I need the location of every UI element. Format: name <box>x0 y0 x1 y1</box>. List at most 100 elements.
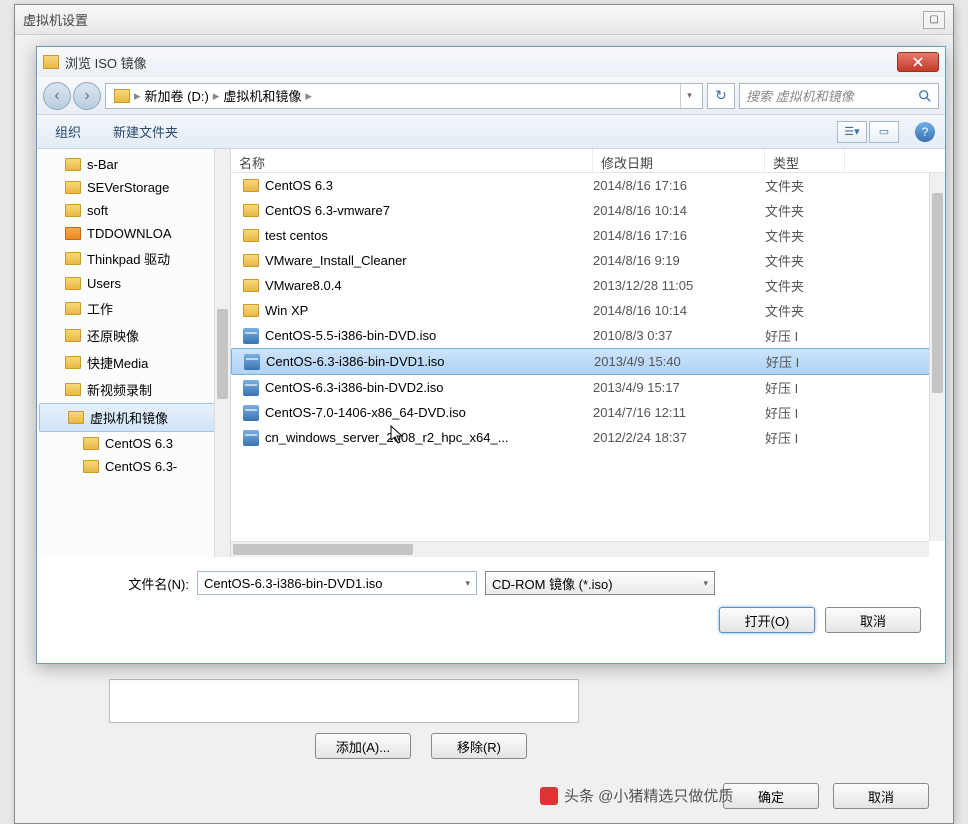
file-row[interactable]: CentOS-7.0-1406-x86_64-DVD.iso2014/7/16 … <box>231 400 945 425</box>
file-row[interactable]: CentOS-5.5-i386-bin-DVD.iso2010/8/3 0:37… <box>231 323 945 348</box>
file-row[interactable]: CentOS 6.32014/8/16 17:16文件夹 <box>231 173 945 198</box>
file-date: 2014/8/16 10:14 <box>593 303 765 318</box>
breadcrumb[interactable]: 虚拟机和镜像 <box>219 86 305 105</box>
tree-item[interactable]: 快捷Media <box>37 349 230 376</box>
file-date: 2010/8/3 0:37 <box>593 328 765 343</box>
tree-item-label: soft <box>87 203 108 218</box>
close-icon <box>913 57 923 67</box>
tree-item[interactable]: SEVerStorage <box>37 176 230 199</box>
add-button[interactable]: 添加(A)... <box>315 733 411 759</box>
tree-scrollbar[interactable] <box>214 149 230 557</box>
tree-item-label: TDDOWNLOA <box>87 226 172 241</box>
scrollbar-thumb[interactable] <box>233 544 413 555</box>
tree-item[interactable]: Thinkpad 驱动 <box>37 245 230 272</box>
tree-item[interactable]: Users <box>37 272 230 295</box>
parent-titlebar: 虚拟机设置 ▢ <box>15 5 953 35</box>
file-type-filter[interactable]: CD-ROM 镜像 (*.iso) ▾ <box>485 571 715 595</box>
file-row[interactable]: CentOS 6.3-vmware72014/8/16 10:14文件夹 <box>231 198 945 223</box>
file-date: 2014/8/16 17:16 <box>593 178 765 193</box>
filename-input[interactable]: CentOS-6.3-i386-bin-DVD1.iso ▾ <box>197 571 477 595</box>
parent-cancel-button[interactable]: 取消 <box>833 783 929 809</box>
help-button[interactable]: ? <box>915 122 935 142</box>
filename-value: CentOS-6.3-i386-bin-DVD1.iso <box>204 576 382 591</box>
tree-item[interactable]: 虚拟机和镜像 <box>39 403 228 432</box>
file-type: 文件夹 <box>765 201 845 220</box>
folder-icon <box>65 252 81 265</box>
tree-item[interactable]: 工作 <box>37 295 230 322</box>
folder-icon <box>65 181 81 194</box>
cancel-button[interactable]: 取消 <box>825 607 921 633</box>
file-type: 文件夹 <box>765 176 845 195</box>
tree-item[interactable]: 新视频录制 <box>37 376 230 403</box>
search-input[interactable]: 搜索 虚拟机和镜像 <box>739 83 939 109</box>
file-row[interactable]: test centos2014/8/16 17:16文件夹 <box>231 223 945 248</box>
file-name: CentOS-6.3-i386-bin-DVD1.iso <box>266 354 444 369</box>
col-type-header[interactable]: 类型 <box>765 149 845 172</box>
search-icon <box>918 89 932 103</box>
file-name: VMware_Install_Cleaner <box>265 253 407 268</box>
parent-title: 虚拟机设置 <box>23 10 88 29</box>
list-vscrollbar[interactable] <box>929 173 945 541</box>
new-folder-button[interactable]: 新建文件夹 <box>105 118 186 145</box>
nav-forward-button[interactable]: › <box>73 82 101 110</box>
file-type: 好压 I <box>765 403 845 422</box>
scrollbar-thumb[interactable] <box>932 193 943 393</box>
watermark-icon <box>540 787 558 805</box>
organize-menu[interactable]: 组织 <box>47 118 89 145</box>
file-row[interactable]: CentOS-6.3-i386-bin-DVD2.iso2013/4/9 15:… <box>231 375 945 400</box>
col-date-header[interactable]: 修改日期 <box>593 149 765 172</box>
file-row[interactable]: Win XP2014/8/16 10:14文件夹 <box>231 298 945 323</box>
file-name: CentOS-6.3-i386-bin-DVD2.iso <box>265 380 443 395</box>
file-date: 2014/8/16 17:16 <box>593 228 765 243</box>
folder-icon <box>83 437 99 450</box>
breadcrumb[interactable]: 新加卷 (D:) <box>141 86 213 105</box>
iso-file-icon <box>243 405 259 421</box>
tree-item[interactable]: s-Bar <box>37 153 230 176</box>
iso-file-icon <box>243 380 259 396</box>
file-row[interactable]: cn_windows_server_2008_r2_hpc_x64_... 201… <box>231 425 945 450</box>
iso-file-icon <box>244 354 260 370</box>
folder-icon <box>65 329 81 342</box>
file-date: 2013/4/9 15:40 <box>594 354 766 369</box>
watermark: 头条 @小猪精选只做优质 <box>540 785 733 806</box>
file-name: cn_windows_server_2008_r2_hpc_x64_... <box>265 430 509 445</box>
address-dropdown[interactable]: ▾ <box>680 84 698 108</box>
tree-item[interactable]: CentOS 6.3 <box>37 432 230 455</box>
file-date: 2013/12/28 11:05 <box>593 278 765 293</box>
folder-icon <box>243 279 259 292</box>
nav-back-button[interactable]: ‹ <box>43 82 71 110</box>
parent-maximize-icon[interactable]: ▢ <box>923 11 945 29</box>
tree-item[interactable]: 还原映像 <box>37 322 230 349</box>
remove-button[interactable]: 移除(R) <box>431 733 527 759</box>
arrow-right-icon: › <box>84 87 89 105</box>
file-type: 文件夹 <box>765 226 845 245</box>
view-mode-button[interactable]: ☰ ▾ <box>837 121 867 143</box>
folder-tree[interactable]: s-BarSEVerStorage soft TDDOWNLOA Thinkpad 驱… <box>37 149 231 557</box>
filename-label: 文件名(N): <box>49 574 189 593</box>
file-row[interactable]: CentOS-6.3-i386-bin-DVD1.iso 2013/4/9 15:… <box>231 348 945 375</box>
file-row[interactable]: VMware_Install_Cleaner2014/8/16 9:19文件夹 <box>231 248 945 273</box>
folder-icon <box>83 460 99 473</box>
parent-content-box <box>109 679 579 723</box>
file-row[interactable]: VMware8.0.42013/12/28 11:05文件夹 <box>231 273 945 298</box>
toolbar: 组织 新建文件夹 ☰ ▾ ▭ ? <box>37 115 945 149</box>
preview-pane-button[interactable]: ▭ <box>869 121 899 143</box>
close-button[interactable] <box>897 52 939 72</box>
tree-item[interactable]: CentOS 6.3- <box>37 455 230 478</box>
refresh-button[interactable]: ↻ <box>707 83 735 109</box>
help-icon: ? <box>922 125 929 139</box>
folder-icon <box>243 204 259 217</box>
col-name-header[interactable]: 名称 <box>231 149 593 172</box>
file-date: 2014/8/16 10:14 <box>593 203 765 218</box>
tree-item-label: 还原映像 <box>87 326 139 345</box>
open-button[interactable]: 打开(O) <box>719 607 815 633</box>
scrollbar-thumb[interactable] <box>217 309 228 399</box>
list-hscrollbar[interactable] <box>231 541 929 557</box>
file-date: 2012/2/24 18:37 <box>593 430 765 445</box>
address-bar[interactable]: ▸ 新加卷 (D:) ▸ 虚拟机和镜像 ▸ ▾ <box>105 83 703 109</box>
folder-icon <box>65 277 81 290</box>
parent-ok-button[interactable]: 确定 <box>723 783 819 809</box>
dialog-title: 浏览 ISO 镜像 <box>65 53 147 72</box>
tree-item[interactable]: TDDOWNLOA <box>37 222 230 245</box>
tree-item[interactable]: soft <box>37 199 230 222</box>
